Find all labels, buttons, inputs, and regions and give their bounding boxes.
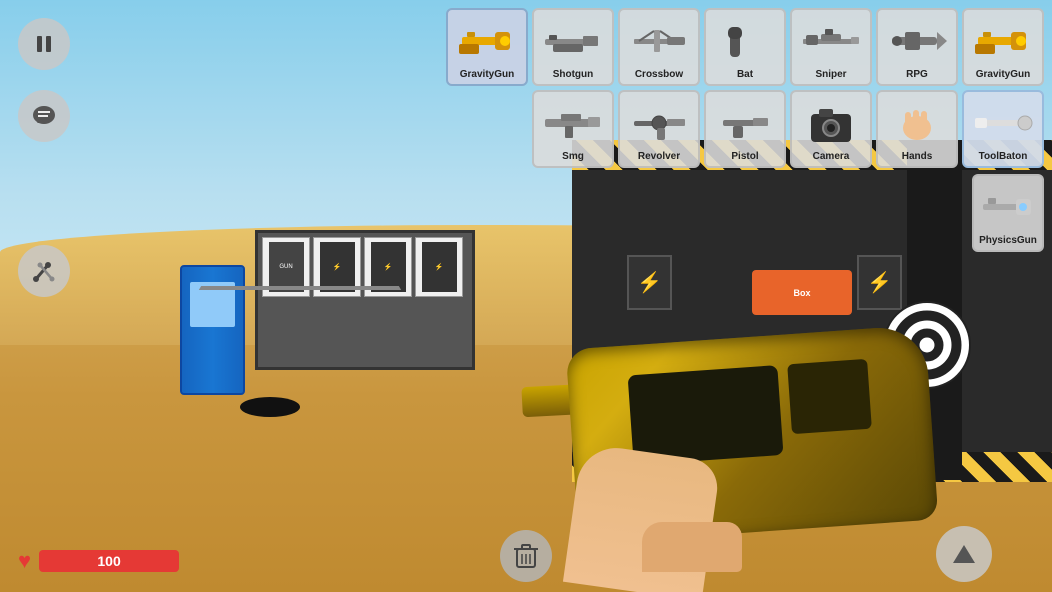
weapon-cell-physics-gun[interactable]: PhysicsGun [972, 174, 1044, 252]
weapon-icon-physics-gun [978, 181, 1038, 233]
weapon-label-hands: Hands [902, 151, 933, 163]
weapon-label-camera: Camera [813, 151, 850, 163]
weapon-label-crossbow: Crossbow [635, 69, 683, 81]
weapon-label-sniper: Sniper [815, 69, 846, 81]
weapon-label-shotgun: Shotgun [553, 69, 594, 81]
weapon-cell-shotgun[interactable]: Shotgun [532, 8, 614, 86]
health-bar: 100 [39, 550, 179, 572]
weapon-label-tool-baton: ToolBaton [979, 151, 1028, 163]
player-fingers [642, 522, 742, 572]
pause-button[interactable] [18, 18, 70, 70]
health-icon: ♥ [18, 548, 31, 574]
weapon-icon-crossbow [624, 15, 694, 67]
weapon-icon-gravity-gun-1 [452, 15, 522, 67]
weapon-label-gravity-gun-2: GravityGun [976, 69, 1030, 81]
weapon-label-smg: Smg [562, 151, 584, 163]
jump-button[interactable] [936, 526, 992, 582]
weapon-label-revolver: Revolver [638, 151, 680, 163]
weapon-label-gravity-gun-1: GravityGun [460, 69, 514, 81]
range-board: GUN ⚡ ⚡ ⚡ [255, 230, 475, 370]
weapon-icon-smg [538, 97, 608, 149]
weapon-icon-gravity-gun-2 [968, 15, 1038, 67]
weapon-cell-tool-baton[interactable]: ToolBaton [962, 90, 1044, 168]
weapon-label-bat: Bat [737, 69, 753, 81]
weapon-grid-row1: GravityGun Shotgun Crossbow Bat Sniper R… [446, 8, 1044, 86]
weapon-icon-tool-baton [968, 97, 1038, 149]
trash-icon [513, 542, 539, 570]
weapon-icon-camera [796, 97, 866, 149]
weapon-cell-revolver[interactable]: Revolver [618, 90, 700, 168]
delete-button[interactable] [500, 530, 552, 582]
weapon-label-physics-gun: PhysicsGun [979, 235, 1037, 247]
tools-button[interactable] [18, 245, 70, 297]
game-viewport: ⚡ ⚡ Box GUN ⚡ ⚡ ⚡ [0, 0, 1052, 592]
weapon-icon-revolver [624, 97, 694, 149]
vending-machine [180, 265, 245, 395]
weapon-icon-pistol [710, 97, 780, 149]
runway [199, 286, 401, 290]
weapon-cell-gravity-gun-1[interactable]: GravityGun [446, 8, 528, 86]
range-card-4: ⚡ [415, 237, 463, 297]
health-bar-container: ♥ 100 [18, 548, 179, 574]
health-value: 100 [97, 553, 120, 569]
weapon-dark-detail [628, 365, 784, 465]
weapon-cell-camera[interactable]: Camera [790, 90, 872, 168]
chat-icon [31, 104, 57, 128]
tools-icon [30, 257, 58, 285]
weapon-icon-rpg [882, 15, 952, 67]
weapon-detail-2 [787, 359, 872, 434]
tyre-left [240, 397, 300, 417]
weapon-cell-crossbow[interactable]: Crossbow [618, 8, 700, 86]
weapon-cell-smg[interactable]: Smg [532, 90, 614, 168]
weapon-cell-hands[interactable]: Hands [876, 90, 958, 168]
weapon-cell-sniper[interactable]: Sniper [790, 8, 872, 86]
weapon-label-pistol: Pistol [731, 151, 758, 163]
weapon-grid-row2: Smg Revolver Pistol Camera Hands ToolBat… [532, 90, 1044, 168]
jump-icon [951, 541, 977, 567]
weapon-label-rpg: RPG [906, 69, 928, 81]
weapon-grid-row3: PhysicsGun [972, 174, 1044, 252]
weapon-cell-rpg[interactable]: RPG [876, 8, 958, 86]
weapon-icon-hands [882, 97, 952, 149]
weapon-icon-bat [710, 15, 780, 67]
weapon-icon-sniper [796, 15, 866, 67]
weapon-icon-shotgun [538, 15, 608, 67]
weapon-cell-pistol[interactable]: Pistol [704, 90, 786, 168]
chat-button[interactable] [18, 90, 70, 142]
weapon-cell-bat[interactable]: Bat [704, 8, 786, 86]
weapon-cell-gravity-gun-2[interactable]: GravityGun [962, 8, 1044, 86]
pause-icon [33, 33, 55, 55]
